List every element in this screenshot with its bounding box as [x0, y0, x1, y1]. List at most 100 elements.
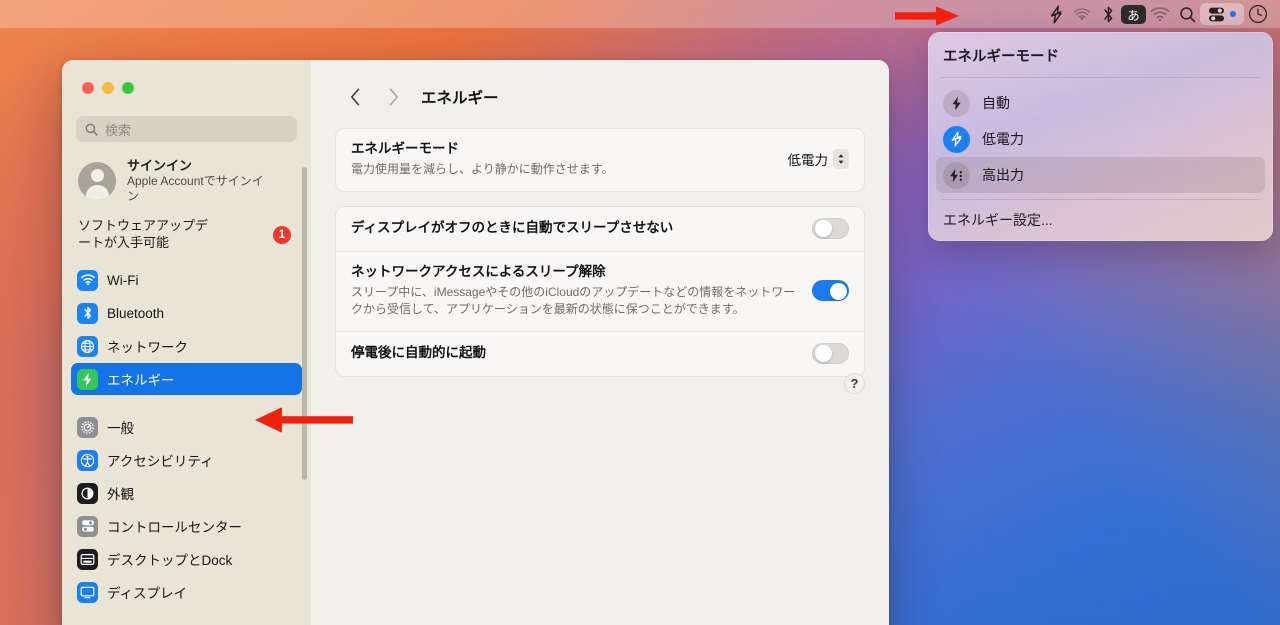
- energy-mode-popup-button[interactable]: 低電力: [787, 149, 849, 170]
- wake-for-network-subtitle: スリープ中に、iMessageやその他のiCloudのアップデートなどの情報をネ…: [351, 284, 796, 317]
- desktop-dock-icon: [77, 548, 98, 570]
- sidebar-item-label: コントロールセンター: [107, 520, 242, 536]
- sidebar-item-wifi[interactable]: Wi-Fi: [71, 264, 302, 296]
- control-center-icon: [77, 515, 98, 537]
- wifi-icon: [77, 269, 98, 291]
- search-input[interactable]: 検索: [76, 116, 297, 142]
- sidebar-item-label: ネットワーク: [107, 340, 188, 356]
- restart-after-power-failure-title: 停電後に自動的に起動: [351, 345, 486, 360]
- control-center-status-dot: [1230, 11, 1236, 17]
- prevent-sleep-row: ディスプレイがオフのときに自動でスリープさせない: [336, 207, 864, 251]
- page-title: エネルギー: [421, 90, 499, 107]
- general-gear-icon: [77, 416, 98, 438]
- popover-option-low-power[interactable]: 低電力: [936, 121, 1265, 157]
- airplay-icon[interactable]: [1069, 3, 1095, 25]
- desktop-wallpaper: あ 検索 サインイン Apple Accountでサインイン ソフトウェアアップ…: [0, 0, 1280, 625]
- toggle-knob: [815, 345, 832, 363]
- avatar: [78, 162, 116, 201]
- sidebar-item-label: デスクトップとDock: [107, 553, 233, 569]
- wake-for-network-toggle[interactable]: [812, 280, 849, 302]
- software-update-badge: 1: [273, 226, 291, 245]
- energy-mode-card: エネルギーモード 電力使用量を減らし、より静かに動作させます。 低電力: [335, 128, 865, 192]
- sidebar-group-system: 一般 アクセシビリティ 外観 コントロールセンター デスクトップとDock ディ…: [62, 411, 311, 608]
- sidebar-item-energy[interactable]: エネルギー: [71, 363, 302, 396]
- sidebar-item-label: エネルギー: [107, 373, 175, 389]
- accessibility-icon: [77, 449, 98, 471]
- sidebar: 検索 サインイン Apple Accountでサインイン ソフトウェアアップデー…: [62, 60, 311, 625]
- sidebar-nav-list: Wi-Fi Bluetooth ネットワーク エネルギー 一般 アクセシビリティ…: [62, 264, 311, 608]
- software-update-label: ソフトウェアアップデートが入手可能: [78, 218, 209, 251]
- input-source-icon[interactable]: あ: [1121, 4, 1146, 24]
- sidebar-item-label: Bluetooth: [107, 305, 165, 321]
- account-row[interactable]: サインイン Apple Accountでサインイン: [78, 158, 297, 204]
- control-center-icon[interactable]: [1200, 3, 1244, 25]
- restart-after-power-failure-row: 停電後に自動的に起動: [336, 330, 864, 376]
- sidebar-group-divider: [62, 396, 311, 411]
- restart-after-power-failure-toggle[interactable]: [812, 342, 849, 364]
- clock-icon[interactable]: [1244, 3, 1272, 25]
- energy-mode-value: 低電力: [787, 153, 829, 169]
- popover-option-high-power[interactable]: 高出力: [936, 157, 1265, 193]
- sidebar-item-bluetooth[interactable]: Bluetooth: [71, 297, 302, 329]
- bolt-high-icon: [943, 161, 970, 189]
- popover-option-label: 高出力: [982, 167, 1024, 183]
- help-button[interactable]: ?: [844, 373, 865, 394]
- wake-for-network-title: ネットワークアクセスによるスリープ解除: [351, 263, 606, 279]
- sidebar-item-label: 一般: [107, 421, 134, 437]
- sidebar-item-label: Wi-Fi: [107, 272, 139, 288]
- account-title: サインイン: [127, 158, 193, 173]
- network-icon: [77, 335, 98, 357]
- menu-bar: あ: [0, 0, 1280, 28]
- sidebar-group-connectivity: Wi-Fi Bluetooth ネットワーク エネルギー: [62, 264, 311, 396]
- sidebar-item-network[interactable]: ネットワーク: [71, 330, 302, 362]
- wifi-icon[interactable]: [1146, 3, 1174, 25]
- content-pane: エネルギー エネルギーモード 電力使用量を減らし、より静かに動作させます。 低電…: [311, 60, 889, 625]
- energy-mode-popover: エネルギーモード 自動 低電力 高出力 エネルギー設定...: [928, 32, 1273, 241]
- prevent-sleep-toggle[interactable]: [812, 217, 849, 239]
- sidebar-item-label: アクセシビリティ: [107, 454, 214, 470]
- back-button[interactable]: [336, 83, 374, 111]
- energy-mode-row: エネルギーモード 電力使用量を減らし、より静かに動作させます。 低電力: [336, 129, 864, 191]
- bluetooth-icon: [77, 302, 98, 324]
- sidebar-item-label: ディスプレイ: [107, 586, 188, 602]
- search-placeholder: 検索: [105, 122, 132, 138]
- bluetooth-icon[interactable]: [1095, 3, 1121, 25]
- content-header: エネルギー: [335, 80, 865, 114]
- window-traffic-lights: [62, 60, 311, 94]
- sidebar-scrollbar[interactable]: [302, 167, 307, 480]
- popover-option-auto[interactable]: 自動: [936, 85, 1265, 121]
- bolt-slash-icon: [943, 125, 970, 153]
- minimize-button[interactable]: [102, 82, 114, 94]
- forward-button[interactable]: [374, 83, 412, 111]
- account-subtitle: Apple Accountでサインイン: [127, 174, 264, 204]
- close-button[interactable]: [82, 82, 94, 94]
- toggle-knob: [830, 282, 847, 300]
- sidebar-item-label: 外観: [107, 487, 134, 503]
- prevent-sleep-title: ディスプレイがオフのときに自動でスリープさせない: [351, 220, 674, 235]
- popover-energy-settings-link[interactable]: エネルギー設定...: [928, 200, 1273, 233]
- popover-option-label: 低電力: [982, 131, 1024, 147]
- system-settings-window: 検索 サインイン Apple Accountでサインイン ソフトウェアアップデー…: [62, 60, 889, 625]
- search-icon: [85, 123, 98, 136]
- popover-title: エネルギーモード: [943, 49, 1059, 65]
- toggle-knob: [815, 220, 832, 238]
- sidebar-item-accessibility[interactable]: アクセシビリティ: [71, 444, 302, 476]
- low-power-bolt-icon[interactable]: [1043, 3, 1069, 25]
- sidebar-item-desktop-dock[interactable]: デスクトップとDock: [71, 543, 302, 575]
- sidebar-item-displays[interactable]: ディスプレイ: [71, 576, 302, 608]
- appearance-icon: [77, 482, 98, 504]
- sidebar-item-control-center[interactable]: コントロールセンター: [71, 510, 302, 542]
- energy-mode-subtitle: 電力使用量を減らし、より静かに動作させます。: [351, 162, 614, 177]
- software-update-row[interactable]: ソフトウェアアップデートが入手可能 1: [78, 218, 291, 252]
- bolt-icon: [943, 89, 970, 117]
- popover-option-label: 自動: [982, 95, 1010, 111]
- wake-for-network-row: ネットワークアクセスによるスリープ解除 スリープ中に、iMessageやその他の…: [336, 250, 864, 331]
- displays-icon: [77, 581, 98, 603]
- energy-bolt-icon: [77, 368, 98, 390]
- sidebar-item-appearance[interactable]: 外観: [71, 477, 302, 509]
- maximize-button[interactable]: [122, 82, 134, 94]
- spotlight-search-icon[interactable]: [1174, 3, 1200, 25]
- energy-options-card: ディスプレイがオフのときに自動でスリープさせない ネットワークアクセスによるスリ…: [335, 205, 865, 377]
- chevron-up-down-icon: [833, 149, 849, 170]
- sidebar-item-general[interactable]: 一般: [71, 411, 302, 443]
